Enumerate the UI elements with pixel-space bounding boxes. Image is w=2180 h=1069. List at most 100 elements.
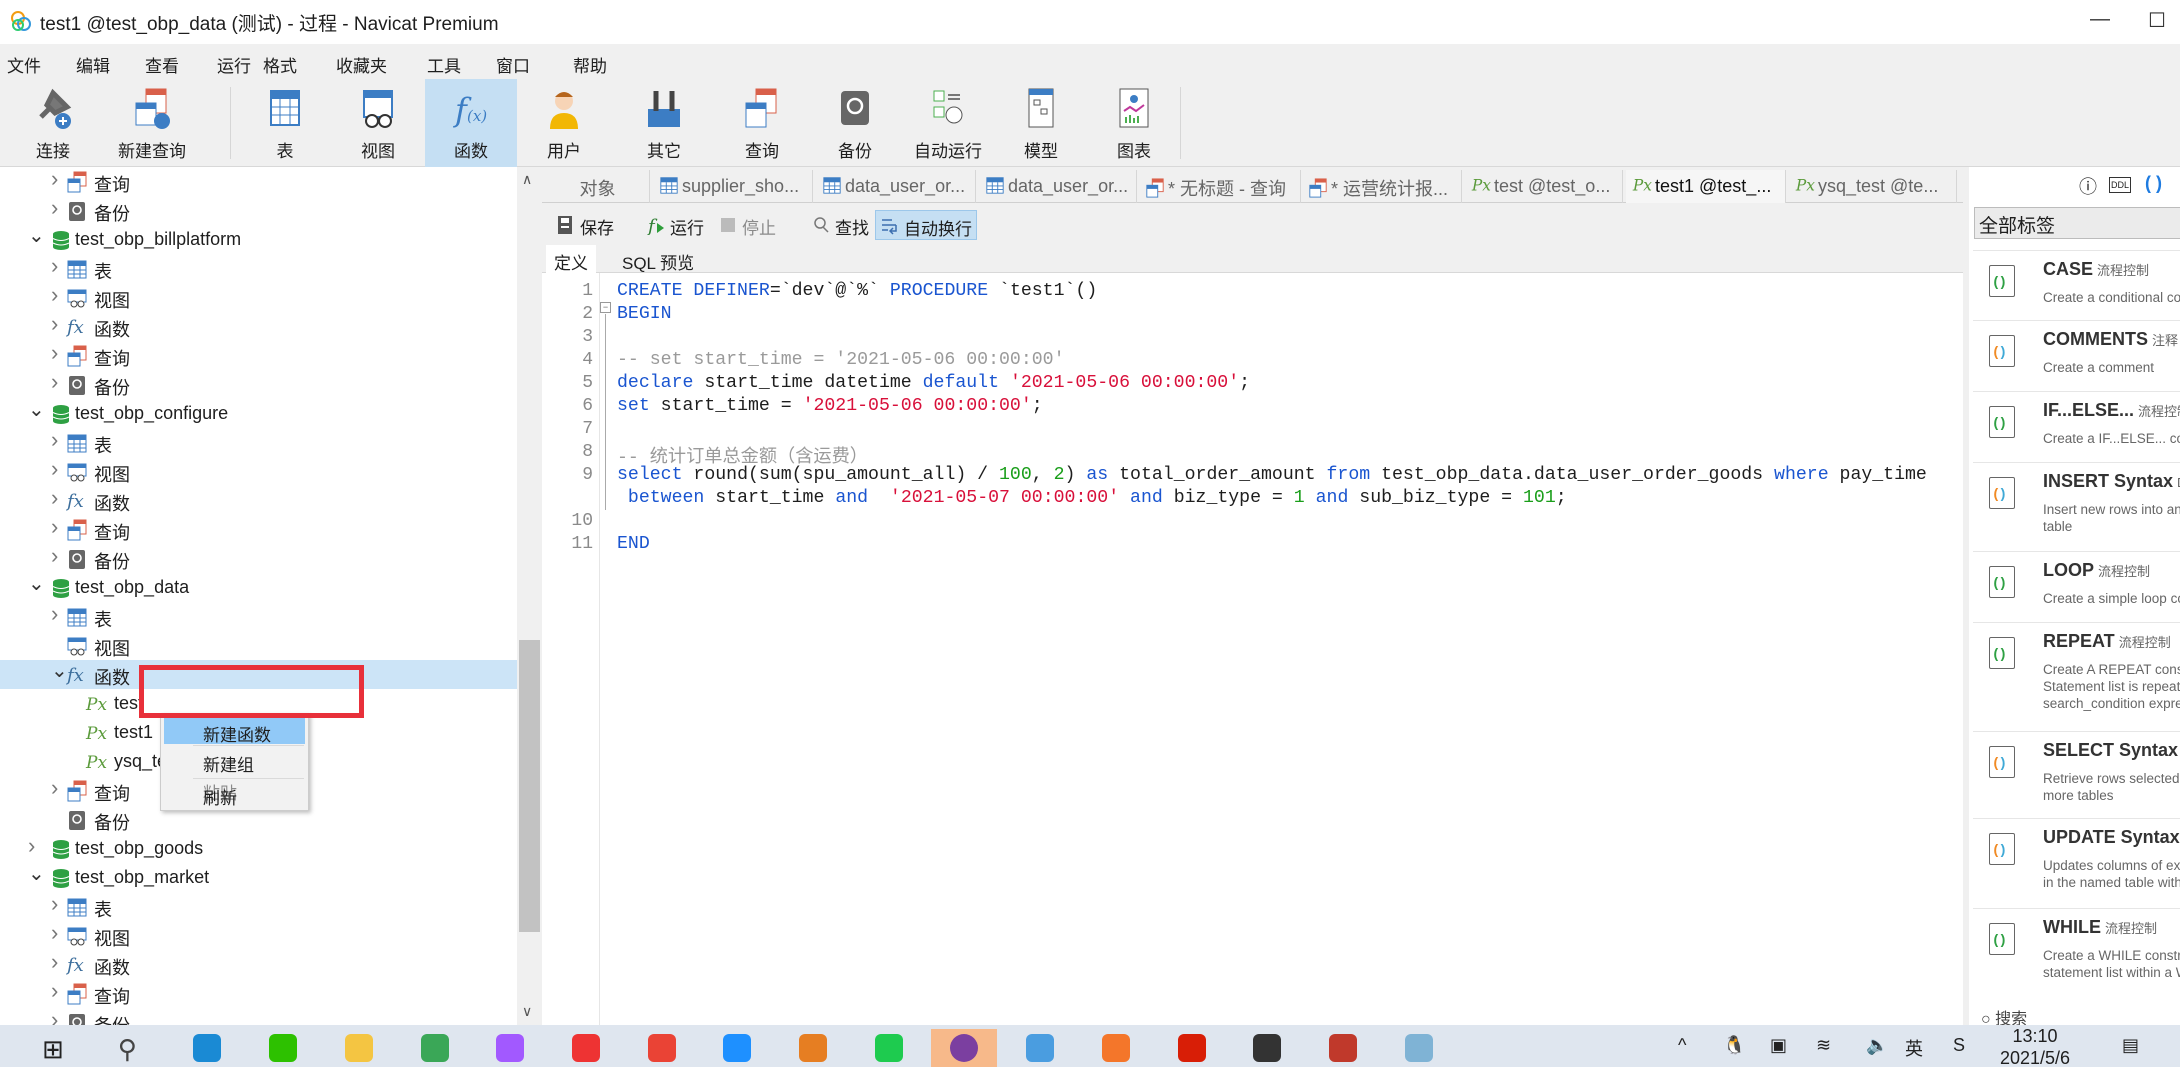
tab-sql-preview[interactable]: SQL 预览 <box>614 245 702 273</box>
chevron-right-icon[interactable]: › <box>51 1007 58 1025</box>
snippet-item[interactable]: () WHILE 流程控制 Create a WHILE constru statem… <box>1973 908 2180 998</box>
toolbar-button-6[interactable]: 其它 <box>618 79 710 167</box>
sogou-icon[interactable]: S <box>1953 1035 1965 1056</box>
context-menu-item-3[interactable]: 刷新 <box>164 781 305 808</box>
tab-7[interactable]: Px test1 @test_... <box>1626 170 1786 203</box>
taskbar-notepad[interactable] <box>1386 1029 1452 1067</box>
tree-item-view[interactable]: › 视图 <box>0 282 517 312</box>
taskbar-navicat-active[interactable] <box>931 1029 998 1067</box>
chevron-right-icon[interactable]: › <box>51 485 58 511</box>
snippet-item[interactable]: () IF...ELSE...流程控制 Create a IF...ELSE... … <box>1973 391 2180 462</box>
taskbar-pen[interactable] <box>1310 1029 1376 1067</box>
save-button[interactable]: 保存 <box>552 210 618 240</box>
qq-icon[interactable]: 🐧 <box>1723 1035 1745 1056</box>
tree-item-table[interactable]: › 表 <box>0 601 517 631</box>
taskbar-postman[interactable] <box>1083 1029 1149 1067</box>
clock[interactable]: 13:10 2021/5/6 <box>2000 1025 2070 1069</box>
chevron-right-icon[interactable]: › <box>51 311 58 337</box>
show-hidden-icons[interactable]: ^ <box>1678 1035 1686 1056</box>
chevron-right-icon[interactable]: › <box>51 456 58 482</box>
menu-8[interactable]: 帮助 <box>573 52 607 77</box>
tree-item-backup[interactable]: › 备份 <box>0 1007 517 1025</box>
menu-2[interactable]: 查看 <box>145 52 179 77</box>
volume-icon[interactable]: 🔈 <box>1866 1035 1888 1056</box>
snippet-item[interactable]: () CASE 流程控制 Create a conditional con <box>1973 250 2180 320</box>
taskbar-terminal[interactable] <box>1234 1029 1300 1067</box>
scroll-up-icon[interactable]: ∧ <box>522 171 532 188</box>
tree-item-backup[interactable]: › 备份 <box>0 543 517 573</box>
chevron-right-icon[interactable]: › <box>51 775 58 801</box>
tree-item-view[interactable]: › 视图 <box>0 456 517 486</box>
chevron-right-icon[interactable]: › <box>51 949 58 975</box>
ddl-icon[interactable]: DDL <box>2109 177 2132 193</box>
chevron-right-icon[interactable]: › <box>51 920 58 946</box>
fold-toggle-icon[interactable]: − <box>600 302 611 313</box>
tab-definition[interactable]: 定义 <box>546 245 596 273</box>
taskbar-chrome[interactable] <box>629 1029 695 1067</box>
taskbar-pycharm[interactable] <box>856 1029 922 1067</box>
menu-0[interactable]: 文件 <box>7 52 41 77</box>
taskbar-feishu[interactable] <box>704 1029 770 1067</box>
chevron-down-icon[interactable]: ⌄ <box>28 861 45 886</box>
toolbar-button-1[interactable]: 新建查询 <box>106 79 198 167</box>
chevron-right-icon[interactable]: › <box>51 514 58 540</box>
run-button[interactable]: f 运行 <box>642 210 708 240</box>
menu-5[interactable]: 收藏夹 <box>336 52 387 77</box>
tab-4[interactable]: * 无标题 - 查询 <box>1139 170 1301 203</box>
snippet-item[interactable]: () LOOP 流程控制 Create a simple loop cor <box>1973 551 2180 622</box>
notification-icon[interactable]: ▤ <box>2122 1035 2139 1056</box>
battery-icon[interactable]: ▣ <box>1770 1035 1787 1056</box>
taskbar-search[interactable]: ⚲ <box>99 1029 165 1067</box>
minimize-button[interactable]: — <box>2090 8 2110 31</box>
maximize-button[interactable]: ☐ <box>2148 8 2166 33</box>
taskbar-netease-music[interactable] <box>1159 1029 1225 1067</box>
tab-2[interactable]: data_user_or... <box>816 170 976 203</box>
tree-item-backup[interactable]: › 备份 <box>0 369 517 399</box>
taskbar-windows-start[interactable]: ⊞ <box>23 1029 89 1067</box>
scrollbar-thumb[interactable] <box>519 640 540 932</box>
toolbar-button-7[interactable]: 查询 <box>716 79 808 167</box>
tree-item-db[interactable]: ⌄ test_obp_configure <box>0 399 517 428</box>
tree-item-func[interactable]: › fx 函数 <box>0 311 517 341</box>
tag-filter-dropdown[interactable]: 全部标签 <box>1974 207 2180 239</box>
tab-8[interactable]: Px ysq_test @te... <box>1789 170 1957 203</box>
taskbar-app-grid[interactable] <box>780 1029 846 1067</box>
tree-item-db[interactable]: › test_obp_goods <box>0 833 517 863</box>
taskbar-ie[interactable] <box>402 1029 468 1067</box>
tree-item-func[interactable]: › fx 函数 <box>0 949 517 979</box>
tree-item-backup[interactable]: › 备份 <box>0 195 517 225</box>
stop-button[interactable]: 停止 <box>714 210 780 240</box>
taskbar-figma[interactable] <box>477 1029 543 1067</box>
chevron-right-icon[interactable]: › <box>51 601 58 627</box>
menu-6[interactable]: 工具 <box>427 52 461 77</box>
chevron-right-icon[interactable]: › <box>51 253 58 279</box>
context-menu-item-0[interactable]: 新建函数 <box>164 718 305 745</box>
chevron-right-icon[interactable]: › <box>28 833 35 859</box>
taskbar-edge[interactable] <box>174 1029 240 1067</box>
chevron-right-icon[interactable]: › <box>51 282 58 308</box>
chevron-down-icon[interactable]: ⌄ <box>28 223 45 248</box>
snippet-item[interactable]: () INSERT SyntaxD Insert new rows into an … <box>1973 462 2180 551</box>
code-snippet-icon[interactable]: ( ) <box>2145 173 2162 194</box>
toolbar-button-11[interactable]: 图表 <box>1088 79 1180 167</box>
tree-item-func[interactable]: › fx 函数 <box>0 485 517 515</box>
snippet-item[interactable]: () SELECT SyntaxD Retrieve rows selected f… <box>1973 731 2180 818</box>
chevron-right-icon[interactable]: › <box>51 369 58 395</box>
chevron-right-icon[interactable]: › <box>51 427 58 453</box>
chevron-down-icon[interactable]: ⌄ <box>28 571 45 596</box>
sidebar-scrollbar[interactable]: ∧ ∨ <box>517 167 542 1025</box>
ime-indicator[interactable]: 英 <box>1905 1035 1923 1061</box>
sql-editor[interactable]: 1 2 3 4 5 6 7 8 9 10 11 − CREATE DEFINER=`dev`@`%`… <box>542 273 1963 1025</box>
toolbar-button-5[interactable]: 用户 <box>518 79 610 167</box>
info-icon[interactable]: ⓘ <box>2079 173 2097 199</box>
toolbar-button-9[interactable]: 自动运行 <box>902 79 994 167</box>
tree-item-db[interactable]: ⌄ test_obp_data <box>0 573 517 602</box>
toolbar-button-10[interactable]: 模型 <box>995 79 1087 167</box>
menu-4[interactable]: 格式 <box>263 52 297 77</box>
tree-item-table[interactable]: › 表 <box>0 427 517 457</box>
tab-3[interactable]: data_user_or... <box>979 170 1137 203</box>
chevron-right-icon[interactable]: › <box>51 195 58 221</box>
scroll-down-icon[interactable]: ∨ <box>522 1003 532 1020</box>
tree-item-query[interactable]: › 查询 <box>0 978 517 1008</box>
toolbar-button-4[interactable]: f (x) 函数 <box>425 79 517 167</box>
